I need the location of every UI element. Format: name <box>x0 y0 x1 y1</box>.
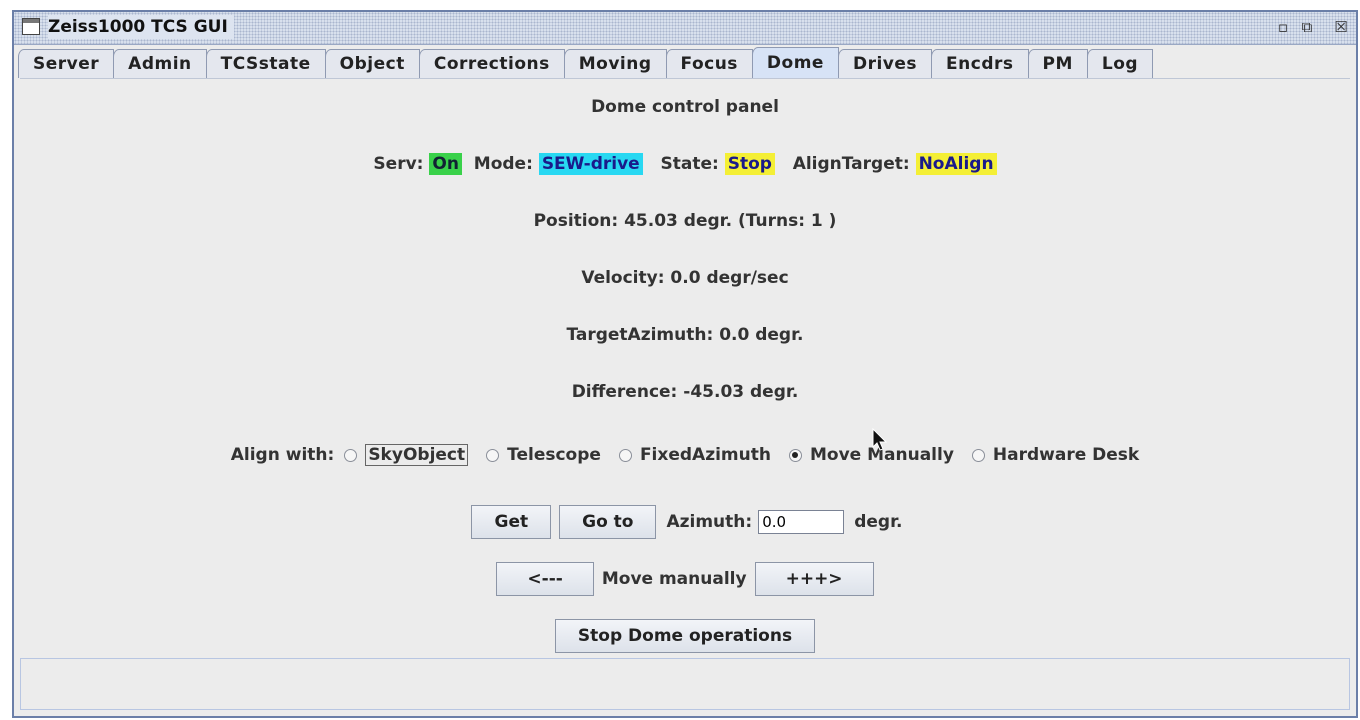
main-window: Zeiss1000 TCS GUI ▫︎ ⧉ ☒ Server Admin TC… <box>12 10 1358 718</box>
stop-row: Stop Dome operations <box>20 619 1350 653</box>
tab-drives[interactable]: Drives <box>837 49 933 78</box>
mouse-cursor-icon <box>872 428 888 451</box>
azimuth-label: Azimuth: <box>666 512 753 532</box>
radio-button-icon[interactable] <box>486 448 500 462</box>
azimuth-input[interactable] <box>758 510 845 534</box>
serv-label: Serv: <box>373 154 424 174</box>
align-with-label: Align with: <box>230 445 335 465</box>
radio-button-icon[interactable] <box>971 448 985 462</box>
tab-moving[interactable]: Moving <box>563 49 667 78</box>
window-title: Zeiss1000 TCS GUI <box>48 15 234 39</box>
mode-status-badge: SEW-drive <box>538 153 643 175</box>
tab-bar: Server Admin TCSstate Object Corrections… <box>18 46 1246 78</box>
radio-telescope[interactable]: Telescope <box>486 445 601 465</box>
difference-readout: Difference: -45.03 degr. <box>571 382 799 402</box>
tab-corrections[interactable]: Corrections <box>418 49 565 78</box>
panel-title: Dome control panel <box>591 97 779 117</box>
window-icon <box>22 18 40 35</box>
position-readout: Position: 45.03 degr. (Turns: 1 ) <box>533 211 837 231</box>
goto-row: Get Go to Azimuth: degr. <box>20 505 1350 539</box>
tab-dome[interactable]: Dome <box>751 47 839 78</box>
tab-encdrs[interactable]: Encdrs <box>931 49 1029 78</box>
title-bar[interactable]: Zeiss1000 TCS GUI ▫︎ ⧉ ☒ <box>14 12 1356 45</box>
get-button[interactable]: Get <box>471 505 552 539</box>
goto-button[interactable]: Go to <box>559 505 657 539</box>
minimize-icon[interactable]: ▫︎ <box>1274 18 1292 36</box>
tab-server[interactable]: Server <box>18 49 115 78</box>
move-right-button[interactable]: +++> <box>754 562 874 596</box>
move-manually-label: Move manually <box>601 569 747 589</box>
target-azimuth-readout: TargetAzimuth: 0.0 degr. <box>566 325 804 345</box>
move-left-button[interactable]: <--- <box>496 562 594 596</box>
status-line: Serv: On Mode: SEW-drive State: Stop Ali… <box>20 153 1350 175</box>
serv-status-badge: On <box>429 153 462 175</box>
dome-panel: Dome control panel Serv: On Mode: SEW-dr… <box>20 78 1350 656</box>
align-target-badge: NoAlign <box>915 153 997 175</box>
status-area <box>20 658 1350 710</box>
maximize-icon[interactable]: ⧉ <box>1298 18 1316 36</box>
tab-focus[interactable]: Focus <box>665 49 753 78</box>
mode-label: Mode: <box>473 154 533 174</box>
radio-button-icon[interactable] <box>344 448 358 462</box>
radio-skyobject[interactable]: SkyObject <box>344 444 469 466</box>
tab-tcsstate[interactable]: TCSstate <box>205 49 326 78</box>
radio-button-icon[interactable] <box>618 448 632 462</box>
stop-dome-button[interactable]: Stop Dome operations <box>554 619 816 653</box>
degr-label: degr. <box>854 512 903 532</box>
radio-button-selected-icon[interactable] <box>788 448 802 462</box>
velocity-readout: Velocity: 0.0 degr/sec <box>581 268 789 288</box>
radio-hardware-desk[interactable]: Hardware Desk <box>971 445 1139 465</box>
close-icon[interactable]: ☒ <box>1332 18 1350 36</box>
radio-fixedazimuth[interactable]: FixedAzimuth <box>618 445 771 465</box>
manual-move-row: <--- Move manually +++> <box>20 562 1350 596</box>
tab-object[interactable]: Object <box>324 49 420 78</box>
align-with-group: Align with: SkyObject Telescope FixedAzi… <box>20 444 1350 466</box>
align-target-label: AlignTarget: <box>792 154 910 174</box>
tab-pm[interactable]: PM <box>1027 49 1088 78</box>
state-status-badge: Stop <box>724 153 775 175</box>
state-label: State: <box>660 154 719 174</box>
tab-admin[interactable]: Admin <box>113 49 207 78</box>
tab-log[interactable]: Log <box>1086 49 1154 78</box>
